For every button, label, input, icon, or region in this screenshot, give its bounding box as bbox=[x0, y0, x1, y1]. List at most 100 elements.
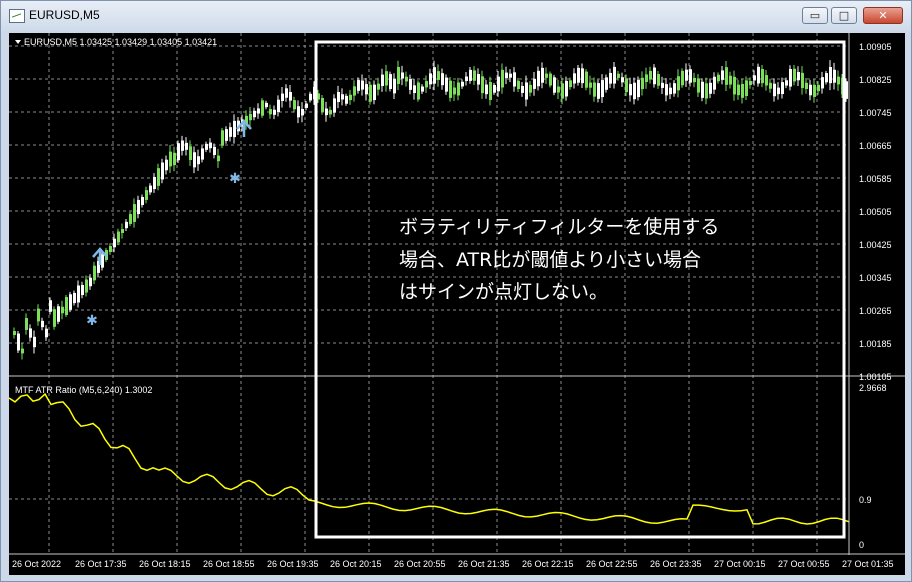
price-tick: 1.00345 bbox=[859, 273, 892, 283]
candle-body bbox=[645, 74, 648, 82]
candle-body bbox=[609, 72, 612, 84]
price-axis[interactable]: 1.00905 1.00825 1.00745 1.00665 1.00585 … bbox=[859, 42, 892, 382]
candle-body bbox=[353, 86, 356, 96]
candle-body bbox=[177, 143, 180, 161]
candle-body bbox=[269, 109, 272, 115]
annotation-line: 場合、ATR比が閾値より小さい場合 bbox=[399, 249, 701, 271]
chart-menu-triangle-icon[interactable] bbox=[15, 40, 21, 44]
price-chart-canvas[interactable]: ✱✱ EURUSD,M5 1.03425 1.03429 1.03405 1.0… bbox=[9, 33, 905, 575]
candle-body bbox=[837, 76, 840, 85]
candle-body bbox=[401, 72, 404, 79]
candle-body bbox=[181, 140, 184, 151]
candle-body bbox=[65, 297, 68, 315]
candle-body bbox=[777, 87, 780, 95]
candle-body bbox=[673, 83, 676, 94]
candle-body bbox=[825, 73, 828, 83]
candle-body bbox=[465, 76, 468, 81]
candle-body bbox=[749, 81, 752, 86]
candle-body bbox=[285, 88, 288, 98]
candle-body bbox=[589, 82, 592, 88]
candle-body bbox=[77, 285, 80, 303]
candle-body bbox=[41, 320, 44, 328]
candle-body bbox=[117, 231, 120, 243]
candle-body bbox=[725, 67, 728, 85]
candle-body bbox=[793, 68, 796, 82]
candle-body bbox=[593, 82, 596, 97]
candle-body bbox=[141, 197, 144, 205]
candle-body bbox=[497, 76, 500, 92]
candle-body bbox=[625, 78, 628, 93]
candle-body bbox=[693, 77, 696, 83]
candle-body bbox=[697, 78, 700, 93]
candle-body bbox=[529, 84, 532, 93]
candle-body bbox=[641, 77, 644, 90]
candle-body bbox=[721, 70, 724, 80]
candle-body bbox=[621, 77, 624, 83]
candle-body bbox=[393, 78, 396, 94]
candle-body bbox=[821, 77, 824, 89]
time-tick: 26 Oct 20:15 bbox=[330, 559, 382, 569]
candle-body bbox=[665, 84, 668, 96]
candle-body bbox=[349, 94, 352, 101]
candle-body bbox=[717, 74, 720, 82]
candle-body bbox=[289, 92, 292, 101]
candle-body bbox=[125, 221, 128, 229]
candle-body bbox=[169, 151, 172, 167]
candle-body bbox=[21, 348, 24, 354]
candle-body bbox=[565, 80, 568, 97]
price-tick: 1.00825 bbox=[859, 75, 892, 85]
candle-body bbox=[85, 279, 88, 293]
candle-body bbox=[681, 70, 684, 86]
time-tick: 26 Oct 19:35 bbox=[267, 559, 319, 569]
candle-body bbox=[781, 82, 784, 95]
candle-body bbox=[789, 68, 792, 87]
candle-body bbox=[505, 72, 508, 79]
candle-body bbox=[797, 72, 800, 81]
time-tick: 26 Oct 2022 bbox=[12, 559, 61, 569]
close-button[interactable]: ✕ bbox=[863, 7, 903, 24]
candle-body bbox=[321, 97, 324, 112]
annotation-line: はサインが点灯しない。 bbox=[399, 281, 608, 303]
candlestick-series bbox=[13, 60, 848, 360]
time-tick: 27 Oct 00:15 bbox=[714, 559, 766, 569]
candle-body bbox=[801, 72, 804, 88]
candle-body bbox=[453, 87, 456, 95]
candle-body bbox=[333, 98, 336, 113]
maximize-button[interactable]: □ bbox=[831, 7, 857, 24]
title-bar[interactable]: EURUSD,M5 ▭ □ ✕ bbox=[1, 1, 911, 31]
candle-body bbox=[113, 238, 116, 248]
candle-body bbox=[757, 66, 760, 84]
candle-body bbox=[489, 82, 492, 100]
time-tick: 26 Oct 23:35 bbox=[650, 559, 702, 569]
candle-body bbox=[653, 67, 656, 85]
candle-body bbox=[513, 72, 516, 87]
candle-body bbox=[669, 87, 672, 95]
candle-body bbox=[765, 75, 768, 86]
candle-body bbox=[805, 82, 808, 90]
candle-body bbox=[89, 277, 92, 287]
candle-body bbox=[509, 73, 512, 78]
candle-body bbox=[69, 294, 72, 310]
chart-area[interactable]: ✱ ✱ EURUSD,M5 1.03425 1.03429 1.03405 1.0… bbox=[9, 33, 905, 575]
price-tick: 1.00585 bbox=[859, 174, 892, 184]
candle-body bbox=[173, 152, 176, 166]
minimize-button[interactable]: ▭ bbox=[802, 7, 828, 24]
candle-body bbox=[769, 82, 772, 89]
candle-body bbox=[753, 75, 756, 81]
candle-body bbox=[613, 66, 616, 84]
annotation-line: ボラティリティフィルターを使用する bbox=[399, 216, 719, 238]
candle-body bbox=[817, 84, 820, 92]
indicator-tick: 2.9668 bbox=[859, 383, 887, 393]
candle-body bbox=[309, 93, 312, 101]
window-title: EURUSD,M5 bbox=[29, 8, 100, 22]
candle-body bbox=[437, 71, 440, 80]
candle-body bbox=[637, 79, 640, 98]
candle-body bbox=[37, 308, 40, 322]
candle-body bbox=[585, 71, 588, 88]
time-axis[interactable]: 26 Oct 2022 26 Oct 17:35 26 Oct 18:15 26… bbox=[12, 559, 894, 569]
candle-body bbox=[461, 81, 464, 87]
indicator-axis[interactable]: 2.9668 0.9 0 bbox=[859, 383, 887, 550]
buy-arrow-icon bbox=[92, 247, 108, 265]
time-tick: 26 Oct 17:35 bbox=[75, 559, 127, 569]
candle-body bbox=[261, 100, 264, 116]
